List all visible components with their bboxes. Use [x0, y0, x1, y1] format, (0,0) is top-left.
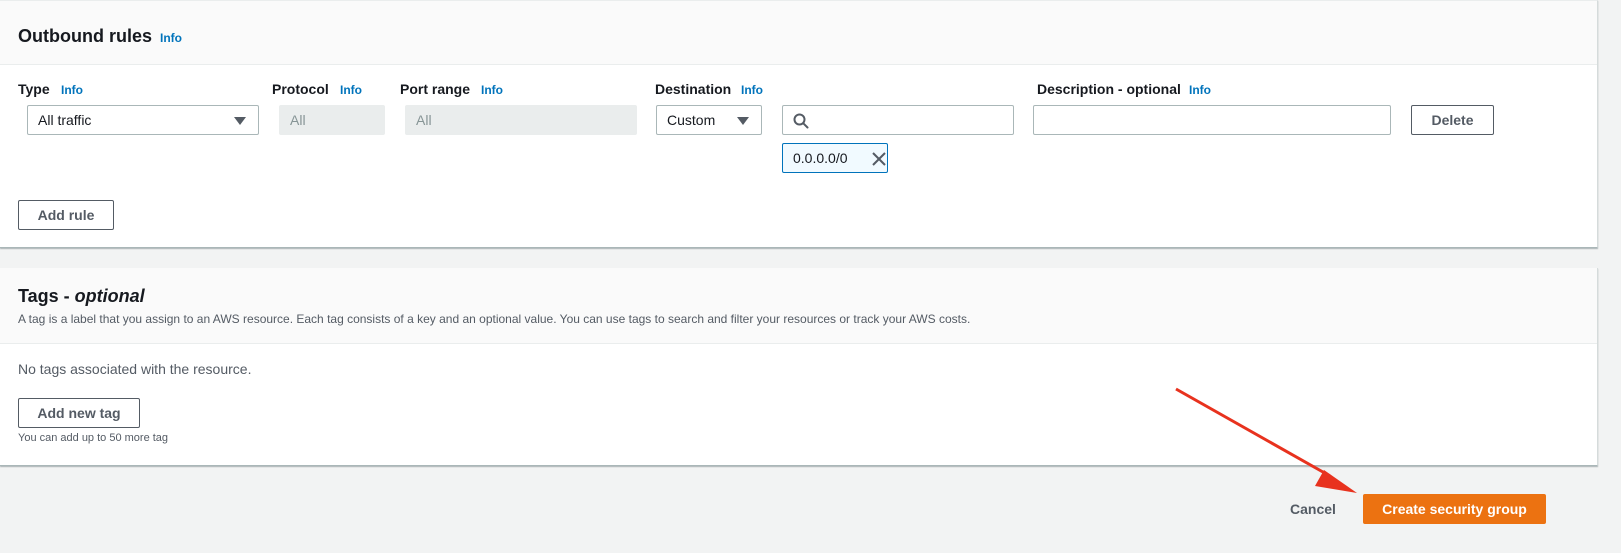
port-range-label: Port range — [400, 81, 471, 97]
description-input[interactable] — [1033, 105, 1391, 135]
tags-limit-text: You can add up to 50 more tag — [18, 432, 169, 444]
protocol-input: All — [279, 105, 385, 135]
destination-select-value: Custom — [667, 112, 716, 128]
destination-token: 0.0.0.0/0 — [782, 143, 888, 173]
outbound-rules-title: Outbound rules — [18, 26, 152, 46]
add-new-tag-button[interactable]: Add new tag — [18, 398, 140, 428]
tags-title-optional: optional — [74, 286, 145, 306]
create-security-group-button[interactable]: Create security group — [1363, 494, 1546, 524]
description-info-link[interactable]: Info — [1189, 83, 1211, 97]
tags-title-prefix: Tags - — [18, 286, 75, 306]
add-rule-button[interactable]: Add rule — [18, 200, 114, 230]
delete-rule-button[interactable]: Delete — [1411, 105, 1494, 135]
outbound-rules-header: Outbound rules Info — [0, 1, 1597, 65]
description-label: Description - optional — [1037, 81, 1181, 97]
type-label: Type — [18, 81, 50, 97]
type-select-value: All traffic — [38, 112, 92, 128]
caret-down-icon — [737, 117, 749, 125]
protocol-info-link[interactable]: Info — [340, 83, 362, 97]
outbound-rules-info-link[interactable]: Info — [160, 31, 182, 45]
tags-description: A tag is a label that you assign to an A… — [18, 312, 971, 326]
destination-info-link[interactable]: Info — [741, 83, 763, 97]
destination-label: Destination — [655, 81, 732, 97]
destination-token-value: 0.0.0.0/0 — [793, 150, 848, 166]
tags-header: Tags - optional A tag is a label that yo… — [0, 268, 1597, 344]
protocol-label: Protocol — [272, 81, 329, 97]
destination-search-input[interactable] — [782, 105, 1014, 135]
destination-select[interactable]: Custom — [656, 105, 762, 135]
tags-panel: Tags - optional A tag is a label that yo… — [0, 268, 1598, 466]
tags-empty-text: No tags associated with the resource. — [18, 361, 252, 377]
search-icon — [793, 113, 809, 129]
tags-title: Tags - optional — [18, 286, 145, 307]
port-range-input: All — [405, 105, 637, 135]
outbound-rules-panel: Outbound rules Info Type Info Protocol I… — [0, 0, 1598, 248]
protocol-value: All — [290, 112, 306, 128]
caret-down-icon — [234, 117, 246, 125]
close-icon[interactable] — [871, 151, 887, 167]
type-info-link[interactable]: Info — [61, 83, 83, 97]
type-select[interactable]: All traffic — [27, 105, 259, 135]
port-range-value: All — [416, 112, 432, 128]
port-range-info-link[interactable]: Info — [481, 83, 503, 97]
cancel-button[interactable]: Cancel — [1290, 501, 1336, 517]
